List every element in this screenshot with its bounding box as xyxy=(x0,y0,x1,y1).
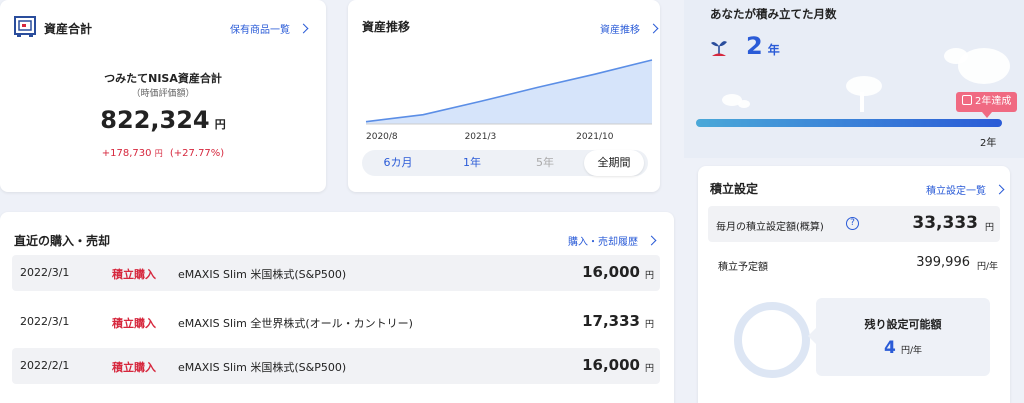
trade-type: 積立購入 xyxy=(112,268,156,281)
remaining-label: 残り設定可能額 xyxy=(864,318,942,331)
months-progress-track xyxy=(696,119,1002,127)
badge-pointer xyxy=(982,112,992,118)
chevron-right-icon xyxy=(298,23,309,34)
trade-fund: eMAXIS Slim 米国株式(S&P500) xyxy=(178,361,347,374)
monthly-setting-row: 毎月の積立設定額(概算) ? 33,333 円 xyxy=(708,206,1000,242)
trade-amount: 17,333 xyxy=(582,312,640,330)
tab-all-period[interactable]: 全期間 xyxy=(584,150,644,176)
trade-fund: eMAXIS Slim 米国株式(S&P500) xyxy=(178,268,347,281)
gain-unit: 円 xyxy=(154,149,163,158)
total-amount: 822,324 xyxy=(100,106,210,134)
trade-history-label: 購入・売却履歴 xyxy=(568,237,638,248)
chevron-right-icon xyxy=(648,23,659,34)
tab-1-year[interactable]: 1年 xyxy=(442,150,502,176)
months-panel: あなたが積み立てた月数 2 年 2年達成 2年 xyxy=(684,0,1024,158)
holdings-list-label: 保有商品一覧 xyxy=(230,25,290,36)
trade-amount: 16,000 xyxy=(582,263,640,281)
tab-5-years: 5年 xyxy=(536,156,554,169)
thumbs-up-icon xyxy=(962,95,972,105)
nisa-total-subtitle: つみたてNISA資産合計 xyxy=(104,72,222,85)
period-tabs: 6カ月 1年 5年 全期間 xyxy=(362,150,648,176)
total-amount-unit: 円 xyxy=(214,118,226,131)
trade-row[interactable]: 2022/2/1 積立購入 eMAXIS Slim 米国株式(S&P500) 1… xyxy=(12,348,660,384)
trade-fund: eMAXIS Slim 全世界株式(オール・カントリー) xyxy=(178,317,413,330)
planned-value: 399,996 xyxy=(916,255,970,270)
trade-row[interactable]: 2022/3/1 積立購入 eMAXIS Slim 全世界株式(オール・カントリ… xyxy=(12,304,660,340)
monthly-setting-value: 33,333 xyxy=(912,213,978,233)
gain-amount: +178,730 xyxy=(101,148,152,159)
settings-list-link[interactable]: 積立設定一覧 xyxy=(926,182,1005,197)
trade-date: 2022/2/1 xyxy=(20,359,70,372)
progress-end-label: 2年 xyxy=(980,138,997,149)
planned-row: 積立予定額 399,996 円/年 xyxy=(708,252,1000,276)
x-tick-label: 2021/10 xyxy=(576,132,614,142)
monthly-setting-unit: 円 xyxy=(984,223,994,233)
remaining-value: 4 xyxy=(884,338,896,358)
trade-unit: 円 xyxy=(644,271,654,281)
trade-type: 積立購入 xyxy=(112,317,156,330)
tab-6-months[interactable]: 6カ月 xyxy=(368,150,428,176)
question-icon[interactable]: ? xyxy=(846,217,859,230)
trade-history-link[interactable]: 購入・売却履歴 xyxy=(568,233,657,248)
monthly-setting-label: 毎月の積立設定額(概算) xyxy=(716,222,824,233)
x-tick-label: 2020/8 xyxy=(366,132,398,142)
remaining-value-line: 4 円/年 xyxy=(816,338,990,358)
remaining-unit: 円/年 xyxy=(900,346,922,356)
remaining-box: 残り設定可能額 4 円/年 xyxy=(808,298,990,376)
months-progress-fill xyxy=(696,119,1002,127)
months-title: あなたが積み立てた月数 xyxy=(710,7,837,21)
months-value: 2 xyxy=(746,32,763,60)
assets-total-card: 資産合計 保有商品一覧 つみたてNISA資産合計 （時価評価額） 822,324… xyxy=(0,0,326,192)
asset-trend-link-label: 資産推移 xyxy=(600,25,640,36)
trade-unit: 円 xyxy=(644,364,654,374)
trade-type: 積立購入 xyxy=(112,361,156,374)
asset-trend-chart: 2020/8 2021/3 2021/10 xyxy=(365,59,653,142)
asset-trend-card: 資産推移 資産推移 2020/8 2021/3 2021/10 6カ月 1年 5年 … xyxy=(348,0,660,192)
settings-card: 積立設定 積立設定一覧 毎月の積立設定額(概算) ? 33,333 円 積立予定… xyxy=(698,166,1010,403)
chevron-right-icon xyxy=(646,235,657,246)
asset-trend-link[interactable]: 資産推移 xyxy=(600,21,659,36)
gain-percent: (+27.77%) xyxy=(169,148,225,159)
safe-icon xyxy=(14,16,36,38)
planned-unit: 円/年 xyxy=(976,262,998,272)
months-decoration xyxy=(684,0,1024,158)
holdings-list-link[interactable]: 保有商品一覧 xyxy=(230,21,309,36)
remaining-box-pointer xyxy=(808,328,816,344)
trade-date: 2022/3/1 xyxy=(20,266,70,279)
badge-label: 2年達成 xyxy=(975,96,1012,107)
assets-total-title: 資産合計 xyxy=(44,22,93,36)
trade-date: 2022/3/1 xyxy=(20,315,70,328)
trade-row[interactable]: 2022/3/1 積立購入 eMAXIS Slim 米国株式(S&P500) 1… xyxy=(12,255,660,291)
trade-unit: 円 xyxy=(644,320,654,330)
sprout-icon xyxy=(710,38,728,58)
achievement-badge: 2年達成 xyxy=(956,92,1018,112)
trade-amount: 16,000 xyxy=(582,356,640,374)
gain-line: +178,730 円 (+27.77%) xyxy=(0,148,326,159)
chevron-right-icon xyxy=(994,184,1005,195)
x-tick-label: 2021/3 xyxy=(465,132,497,142)
valuation-note: （時価評価額） xyxy=(131,89,195,99)
months-unit: 年 xyxy=(767,43,780,57)
settings-list-label: 積立設定一覧 xyxy=(926,186,986,197)
trend-area xyxy=(366,60,652,124)
asset-trend-title: 資産推移 xyxy=(362,20,411,34)
recent-trades-card: 直近の購入・売却 購入・売却履歴 2022/3/1 積立購入 eMAXIS Sl… xyxy=(0,212,674,403)
planned-label: 積立予定額 xyxy=(718,262,768,273)
recent-trades-title: 直近の購入・売却 xyxy=(14,234,111,248)
total-amount-line: 822,324 円 xyxy=(0,106,326,134)
months-value-line: 2 年 xyxy=(746,32,780,60)
remaining-ring xyxy=(734,302,810,378)
settings-title: 積立設定 xyxy=(710,182,759,196)
